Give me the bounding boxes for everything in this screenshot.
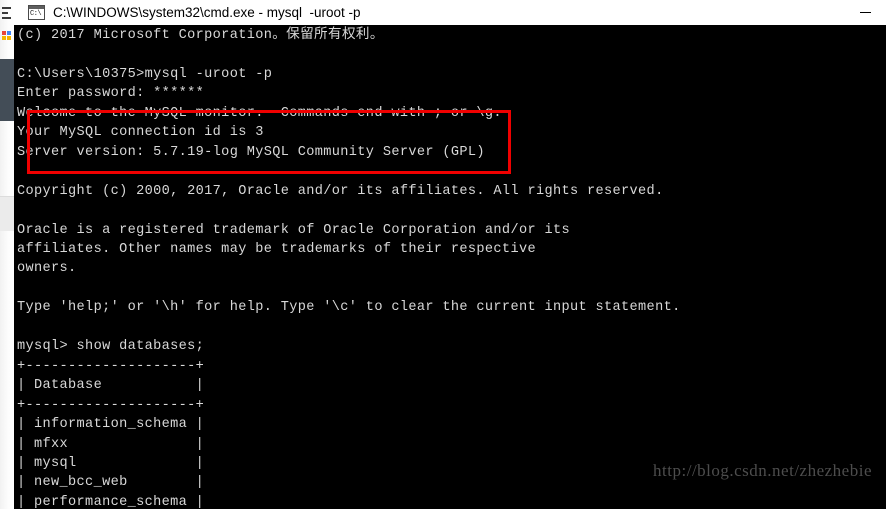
window-title: C:\WINDOWS\system32\cmd.exe - mysql -uro… (53, 5, 361, 20)
background-app-panel (0, 59, 14, 121)
cmd-window: C:\ C:\WINDOWS\system32\cmd.exe - mysql … (14, 0, 886, 509)
console-output-area[interactable]: (c) 2017 Microsoft Corporation。保留所有权利。 C… (14, 26, 886, 509)
cmd-console-icon: C:\ (28, 5, 45, 20)
minimize-icon (859, 11, 871, 14)
cmd-icon-prompt-text: C:\ (30, 10, 42, 18)
hamburger-menu-icon[interactable] (2, 7, 11, 19)
console-text: (c) 2017 Microsoft Corporation。保留所有权利。 C… (17, 28, 681, 509)
watermark-url: http://blog.csdn.net/zhezhebie (653, 461, 872, 480)
screenshot-root: C:\ C:\WINDOWS\system32\cmd.exe - mysql … (0, 0, 886, 509)
titlebar[interactable]: C:\ C:\WINDOWS\system32\cmd.exe - mysql … (14, 0, 886, 26)
window-controls (850, 0, 886, 26)
background-app-secondary-panel (0, 197, 14, 231)
office-grid-icon[interactable] (2, 31, 11, 40)
desktop-left-strip (0, 0, 14, 509)
minimize-button[interactable] (850, 0, 880, 26)
